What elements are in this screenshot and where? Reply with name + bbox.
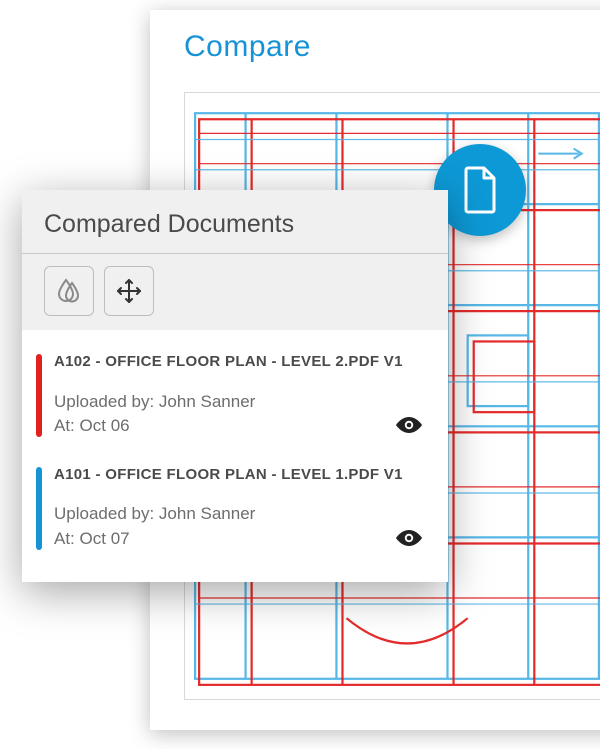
document-item[interactable]: A101 - OFFICE FLOOR PLAN - LEVEL 1.PDF V… [22,451,448,564]
panel-toolbar [22,254,448,330]
opacity-button[interactable] [44,266,94,316]
document-title: A101 - OFFICE FLOOR PLAN - LEVEL 1.PDF V… [48,465,430,485]
panel-title: Compared Documents [22,190,448,254]
document-meta: Uploaded by: John Sanner At: Oct 07 [48,502,430,551]
document-icon [460,166,500,214]
uploaded-by-label: Uploaded by: [54,504,154,523]
viewer-title: Compare [150,10,600,74]
uploaded-at-value: Oct 06 [80,416,130,435]
eye-icon [394,528,424,548]
uploaded-at-label: At: [54,416,75,435]
uploaded-at-value: Oct 07 [80,529,130,548]
documents-list: A102 - OFFICE FLOOR PLAN - LEVEL 2.PDF V… [22,330,448,582]
color-stripe [36,354,42,437]
document-title: A102 - OFFICE FLOOR PLAN - LEVEL 2.PDF V… [48,352,430,372]
uploaded-by-value: John Sanner [159,504,255,523]
visibility-toggle[interactable] [392,526,426,550]
uploaded-at-label: At: [54,529,75,548]
uploaded-by-value: John Sanner [159,392,255,411]
droplet-icon [55,277,83,305]
uploaded-by-label: Uploaded by: [54,392,154,411]
document-item[interactable]: A102 - OFFICE FLOOR PLAN - LEVEL 2.PDF V… [22,338,448,451]
document-meta: Uploaded by: John Sanner At: Oct 06 [48,390,430,439]
move-icon [115,277,143,305]
move-button[interactable] [104,266,154,316]
compared-documents-panel: Compared Documents [22,190,448,582]
eye-icon [394,415,424,435]
visibility-toggle[interactable] [392,413,426,437]
color-stripe [36,467,42,550]
